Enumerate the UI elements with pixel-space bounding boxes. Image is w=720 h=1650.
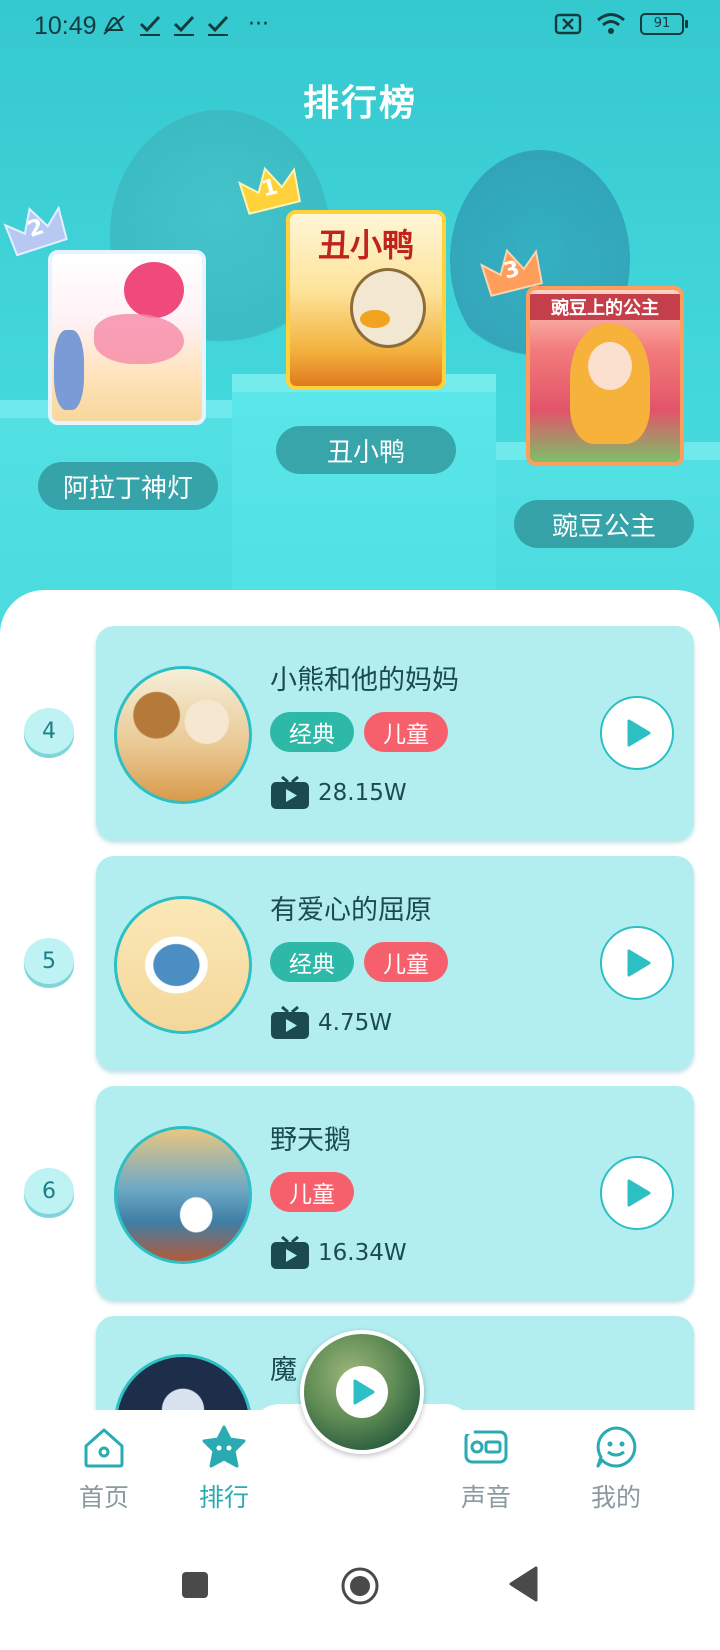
play-icon bbox=[627, 719, 651, 747]
now-playing-play-button[interactable] bbox=[336, 1366, 388, 1418]
home-icon bbox=[84, 1428, 124, 1468]
play-count: 16.34W bbox=[270, 1236, 407, 1270]
nav-home-label: 首页 bbox=[78, 1483, 129, 1512]
duckling-illustration bbox=[350, 268, 426, 348]
story-thumbnail bbox=[114, 666, 252, 804]
story-tags: 儿童 bbox=[270, 1172, 354, 1212]
rank-3-name[interactable]: 豌豆公主 bbox=[514, 500, 694, 548]
rank-number-badge: 5 bbox=[24, 938, 74, 984]
story-title: 野天鹅 bbox=[270, 1125, 351, 1156]
boy-character-illustration bbox=[54, 330, 84, 410]
story-card[interactable]: 小熊和他的妈妈 经典 儿童 28.15W bbox=[96, 626, 694, 840]
more-icon: ··· bbox=[248, 12, 269, 37]
story-thumbnail bbox=[114, 1354, 252, 1410]
tv-icon bbox=[271, 776, 309, 809]
play-icon bbox=[353, 1379, 375, 1405]
nav-sound[interactable]: 声音 bbox=[436, 1424, 536, 1514]
play-button[interactable] bbox=[600, 1156, 674, 1230]
ranking-hero: 10:49 ··· 91 排行榜 丑小鸭 豌豆上的公主 2 1 3 阿拉丁神灯 … bbox=[0, 0, 720, 640]
play-button[interactable] bbox=[600, 926, 674, 1000]
play-count: 28.15W bbox=[270, 776, 407, 810]
story-card[interactable]: 野天鹅 儿童 16.34W bbox=[96, 1086, 694, 1300]
battery-indicator: 91 bbox=[640, 13, 688, 35]
play-count-value: 28.15W bbox=[318, 780, 407, 806]
no-sim-icon bbox=[554, 13, 582, 35]
check-icon bbox=[207, 15, 229, 36]
list-item[interactable]: 6 野天鹅 儿童 16.34W bbox=[0, 1086, 720, 1302]
tag-classic[interactable]: 经典 bbox=[270, 942, 354, 982]
story-thumbnail bbox=[114, 1126, 252, 1264]
genie-swirl-illustration bbox=[94, 314, 184, 364]
rank-star-icon bbox=[202, 1425, 246, 1468]
check-icon bbox=[139, 15, 161, 36]
story-tags: 经典 儿童 bbox=[270, 942, 448, 982]
status-icons-right: 91 bbox=[554, 12, 688, 36]
wifi-icon bbox=[597, 13, 625, 34]
tv-icon bbox=[271, 1006, 309, 1039]
cover-rank-1[interactable]: 丑小鸭 bbox=[286, 210, 446, 390]
ranking-list[interactable]: 4 小熊和他的妈妈 经典 儿童 28.15W 5 有爱心的屈原 经典 儿童 4.… bbox=[0, 590, 720, 1410]
play-icon bbox=[627, 1179, 651, 1207]
smiley-bubble-icon bbox=[596, 1426, 637, 1468]
bear-character-illustration bbox=[124, 262, 184, 318]
tag-children[interactable]: 儿童 bbox=[364, 712, 448, 752]
cover-title-text: 豌豆上的公主 bbox=[530, 294, 680, 320]
story-tags: 经典 儿童 bbox=[270, 712, 448, 752]
rank-2-name[interactable]: 阿拉丁神灯 bbox=[38, 462, 218, 510]
story-card[interactable]: 有爱心的屈原 经典 儿童 4.75W bbox=[96, 856, 694, 1070]
mute-icon bbox=[103, 15, 125, 35]
cover-rank-2[interactable] bbox=[48, 250, 206, 425]
story-thumbnail bbox=[114, 896, 252, 1034]
status-bar: 10:49 ··· 91 bbox=[0, 0, 720, 54]
play-count: 4.75W bbox=[270, 1006, 392, 1040]
tv-icon bbox=[271, 1236, 309, 1269]
tag-children[interactable]: 儿童 bbox=[270, 1172, 354, 1212]
story-title: 小熊和他的妈妈 bbox=[270, 665, 459, 696]
nav-mine-label: 我的 bbox=[590, 1483, 641, 1512]
rank-1-name[interactable]: 丑小鸭 bbox=[276, 426, 456, 474]
page-title: 排行榜 bbox=[302, 83, 417, 124]
nav-sound-label: 声音 bbox=[460, 1483, 511, 1512]
nav-rank[interactable]: 排行 bbox=[174, 1424, 274, 1514]
story-title: 有爱心的屈原 bbox=[270, 895, 432, 926]
duckling-beak-illustration bbox=[360, 310, 390, 328]
nav-mine[interactable]: 我的 bbox=[566, 1424, 666, 1514]
rank-number-badge: 6 bbox=[24, 1168, 74, 1214]
princess-face-illustration bbox=[588, 342, 632, 390]
now-playing-disc[interactable] bbox=[300, 1330, 424, 1454]
cover-rank-3[interactable]: 豌豆上的公主 bbox=[526, 286, 684, 466]
play-count-value: 16.34W bbox=[318, 1240, 407, 1266]
tag-classic[interactable]: 经典 bbox=[270, 712, 354, 752]
rank-number-badge: 4 bbox=[24, 708, 74, 754]
recent-apps-icon[interactable] bbox=[180, 1570, 210, 1600]
play-button[interactable] bbox=[600, 696, 674, 770]
back-button-icon[interactable] bbox=[508, 1566, 538, 1602]
tag-children[interactable]: 儿童 bbox=[364, 942, 448, 982]
cover-title-text: 丑小鸭 bbox=[317, 226, 414, 264]
list-item[interactable]: 4 小熊和他的妈妈 经典 儿童 28.15W bbox=[0, 626, 720, 842]
status-icons-left: ··· bbox=[100, 12, 269, 38]
system-navigation-bar bbox=[0, 1530, 720, 1650]
play-icon bbox=[627, 949, 651, 977]
story-title: 魔 bbox=[270, 1355, 297, 1386]
play-count-value: 4.75W bbox=[318, 1010, 392, 1036]
home-button-icon[interactable] bbox=[340, 1566, 380, 1606]
nav-rank-label: 排行 bbox=[198, 1483, 249, 1512]
nav-home[interactable]: 首页 bbox=[54, 1424, 154, 1514]
check-icon bbox=[173, 15, 195, 36]
status-time: 10:49 bbox=[34, 12, 97, 40]
list-item[interactable]: 5 有爱心的屈原 经典 儿童 4.75W bbox=[0, 856, 720, 1072]
